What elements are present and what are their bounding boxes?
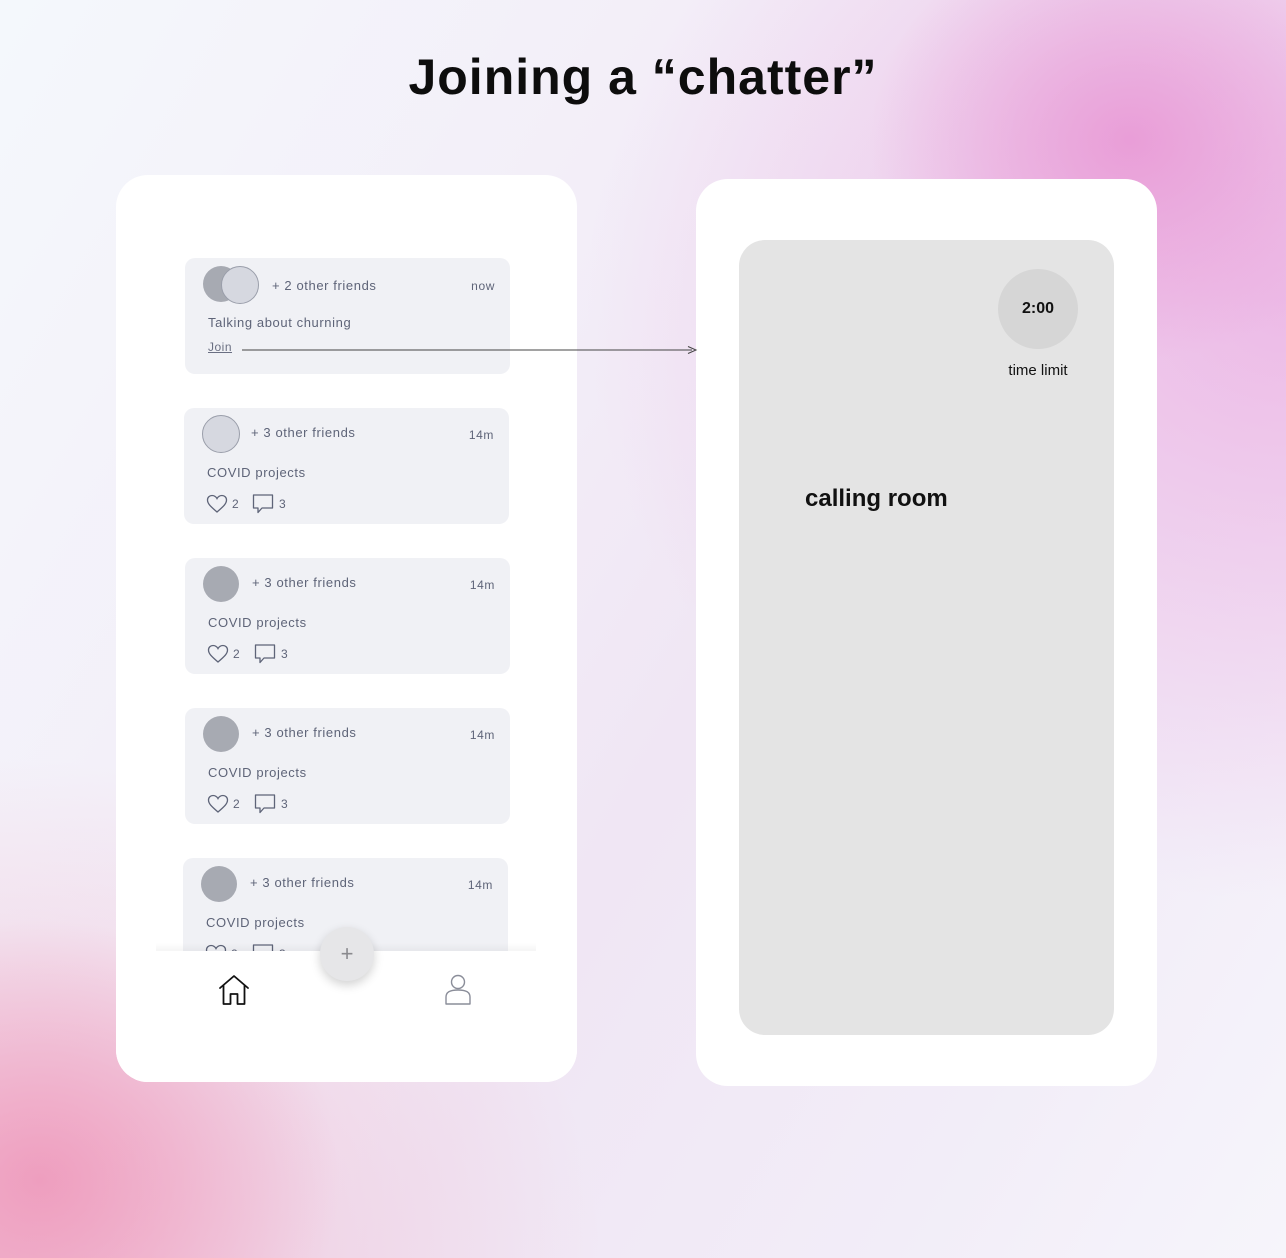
time-limit-timer: 2:00	[998, 269, 1078, 349]
timer-value: 2:00	[1021, 300, 1055, 317]
avatar	[202, 415, 240, 453]
comment-button[interactable]: 3	[254, 643, 288, 665]
friends-count: + 3 other friends	[250, 875, 355, 890]
heart-icon	[207, 644, 229, 663]
profile-icon[interactable]	[443, 973, 473, 1007]
post-time: 14m	[469, 728, 495, 742]
calling-room: 2:00 time limit calling room	[739, 240, 1114, 1035]
call-screen: 2:00 time limit calling room	[696, 179, 1157, 1086]
friends-count: + 2 other friends	[272, 278, 377, 293]
post-time: 14m	[468, 428, 494, 442]
comment-button[interactable]: 3	[252, 493, 286, 515]
avatar	[203, 716, 239, 752]
chatter-topic: COVID projects	[208, 615, 307, 630]
chatter-topic: COVID projects	[208, 765, 307, 780]
comment-count: 3	[281, 647, 288, 661]
timer-label: time limit	[1008, 362, 1068, 379]
avatar	[203, 566, 239, 602]
like-count: 2	[232, 497, 239, 511]
avatar	[221, 266, 259, 304]
heart-icon	[206, 494, 228, 513]
room-label: calling room	[805, 485, 948, 512]
chatter-card[interactable]: + 3 other friends 14m COVID projects 2 3	[185, 708, 510, 824]
home-icon[interactable]	[217, 973, 251, 1007]
friends-count: + 3 other friends	[252, 725, 357, 740]
comment-count: 3	[279, 497, 286, 511]
chatter-card[interactable]: + 3 other friends 14m COVID projects 2 3	[184, 408, 509, 524]
friends-count: + 3 other friends	[252, 575, 357, 590]
heart-icon	[207, 794, 229, 813]
like-button[interactable]: 2	[207, 794, 240, 814]
join-link[interactable]: Join	[208, 340, 232, 354]
feed-screen: + 2 other friends now Talking about chur…	[116, 175, 577, 1082]
like-count: 2	[233, 647, 240, 661]
like-button[interactable]: 2	[207, 644, 240, 664]
chatter-topic: COVID projects	[207, 465, 306, 480]
comment-button[interactable]: 3	[254, 793, 288, 815]
like-count: 2	[233, 797, 240, 811]
comment-count: 3	[281, 797, 288, 811]
post-time: now	[471, 279, 495, 293]
chatter-topic: COVID projects	[206, 915, 305, 930]
friends-count: + 3 other friends	[251, 425, 356, 440]
post-time: 14m	[469, 578, 495, 592]
like-button[interactable]: 2	[206, 494, 239, 514]
comment-icon	[254, 794, 276, 814]
plus-icon: +	[340, 941, 354, 966]
comment-icon	[254, 644, 276, 664]
avatar	[201, 866, 237, 902]
post-time: 14m	[467, 878, 493, 892]
new-chatter-button[interactable]: +	[320, 927, 374, 981]
chatter-card[interactable]: + 3 other friends 14m COVID projects 2 3	[185, 558, 510, 674]
comment-icon	[252, 494, 274, 514]
chatter-card-live[interactable]: + 2 other friends now Talking about chur…	[185, 258, 510, 374]
page-title: Joining a “chatter”	[408, 49, 878, 105]
chatter-topic: Talking about churning	[208, 315, 352, 330]
